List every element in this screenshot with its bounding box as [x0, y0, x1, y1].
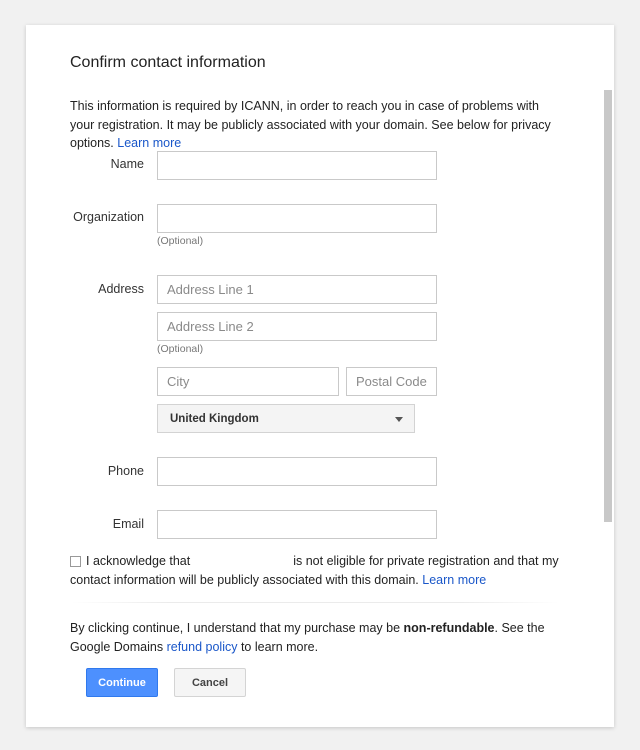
organization-field[interactable]	[157, 204, 437, 233]
address-line1-field[interactable]	[157, 275, 437, 304]
scrollbar[interactable]	[604, 90, 612, 522]
address-line2-field[interactable]	[157, 312, 437, 341]
city-field[interactable]	[157, 367, 339, 396]
address-line2-optional-hint: (Optional)	[157, 343, 204, 355]
name-label: Name	[110, 157, 144, 171]
acknowledge-checkbox[interactable]	[70, 556, 81, 567]
ack-text-before: I acknowledge that	[86, 554, 191, 568]
refund-text-after: to learn more.	[240, 639, 319, 654]
address-label: Address	[98, 282, 144, 296]
organization-label: Organization	[73, 210, 144, 224]
phone-field[interactable]	[157, 457, 437, 486]
organization-optional-hint: (Optional)	[157, 235, 204, 247]
dropdown-caret-icon	[395, 417, 403, 422]
refund-text-before: By clicking continue, I understand that …	[70, 621, 401, 635]
email-field[interactable]	[157, 510, 437, 539]
acknowledgement: I acknowledge that is not eligible for p…	[70, 552, 570, 589]
name-field[interactable]	[157, 151, 437, 180]
contact-dialog: Confirm contact information This informa…	[26, 25, 614, 727]
refund-notice: By clicking continue, I understand that …	[70, 619, 570, 656]
intro-learn-more-link[interactable]: Learn more	[117, 136, 181, 150]
postal-code-field[interactable]	[346, 367, 437, 396]
country-selected-value: United Kingdom	[170, 412, 259, 425]
ack-learn-more-link[interactable]: Learn more	[422, 573, 486, 587]
phone-label: Phone	[107, 464, 144, 478]
non-refundable-text: non-refundable	[403, 621, 495, 635]
intro-paragraph: This information is required by ICANN, i…	[70, 97, 560, 153]
refund-policy-link[interactable]: refund policy	[167, 640, 238, 654]
cancel-button[interactable]: Cancel	[174, 668, 246, 697]
dialog-title: Confirm contact information	[70, 54, 266, 71]
divider	[70, 602, 560, 603]
continue-button[interactable]: Continue	[86, 668, 158, 697]
email-label: Email	[112, 517, 144, 531]
country-select[interactable]: United Kingdom	[157, 404, 415, 433]
